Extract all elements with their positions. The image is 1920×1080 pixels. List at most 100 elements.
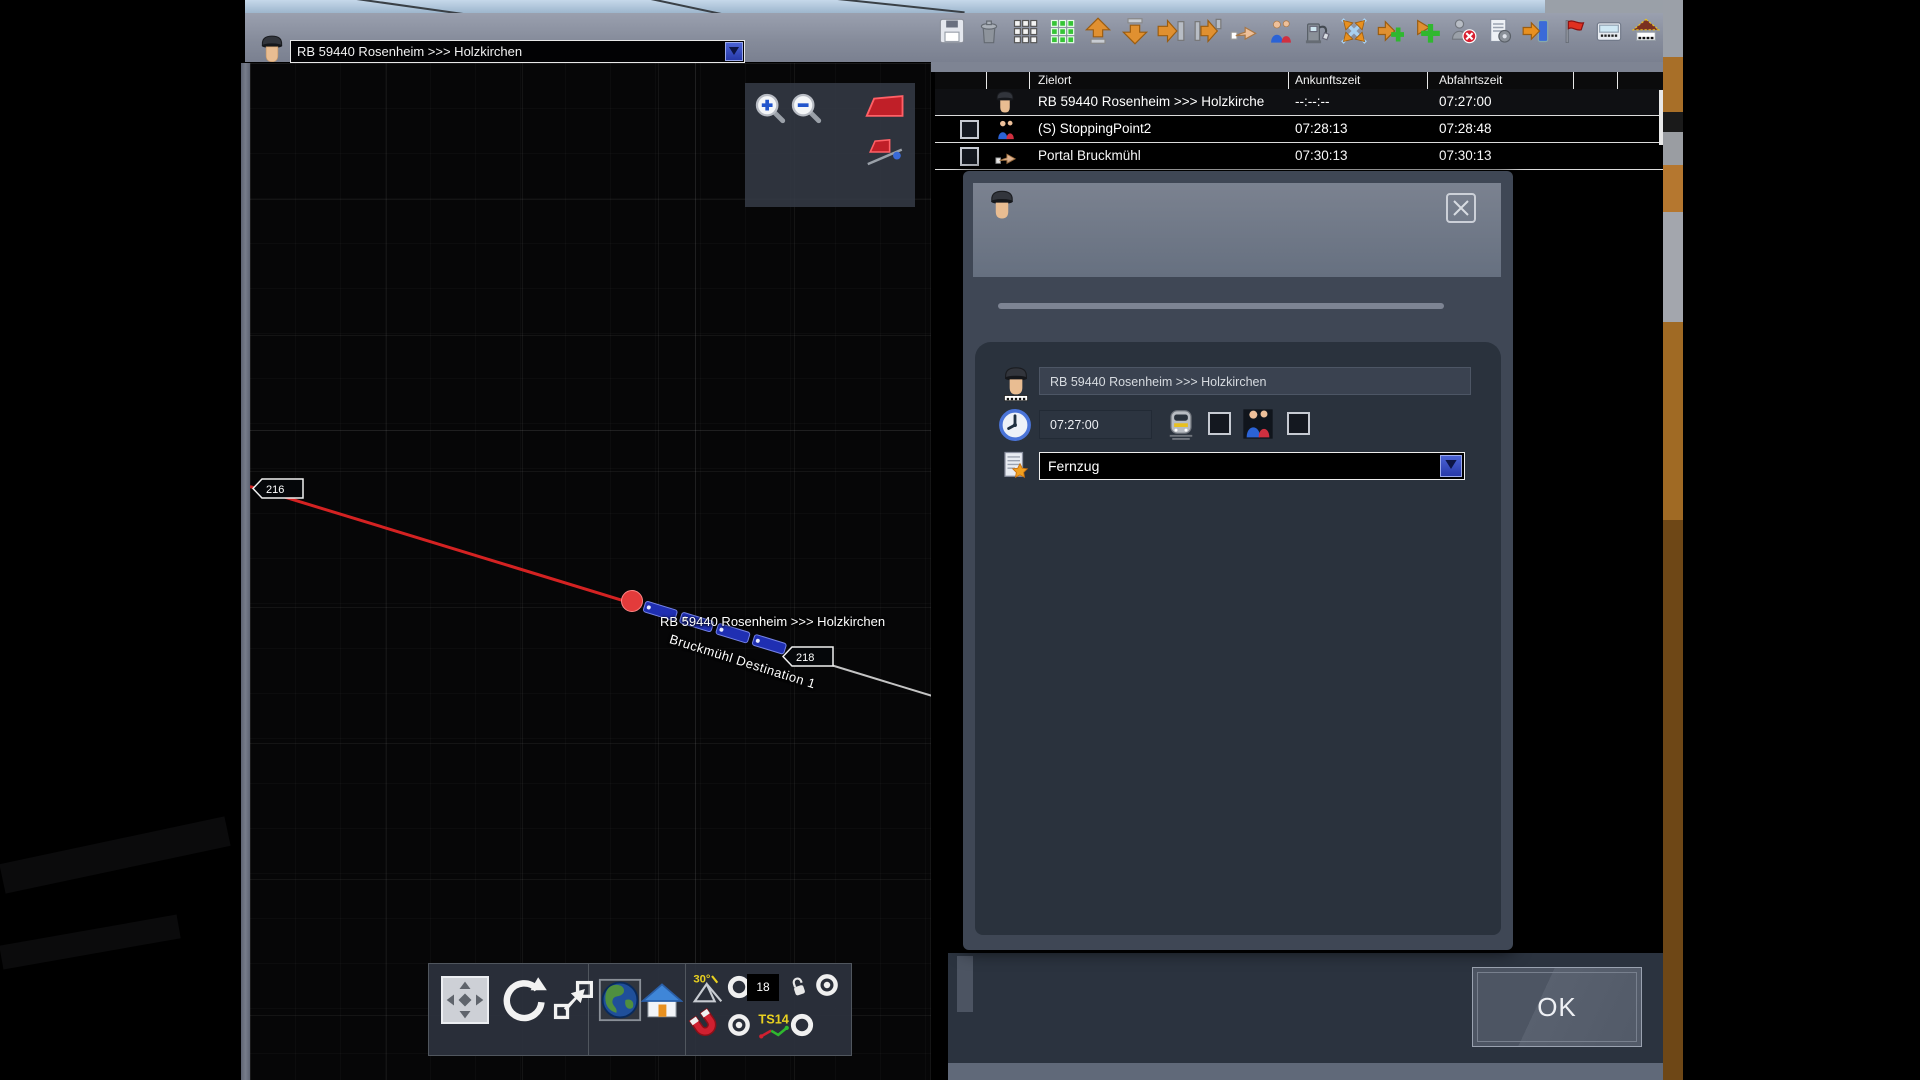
- layer-value: 18: [756, 980, 769, 994]
- service-type-icon: [1000, 450, 1030, 480]
- flag-icon[interactable]: [1559, 17, 1587, 45]
- row-checkbox[interactable]: [960, 147, 979, 166]
- svg-text:30°: 30°: [693, 974, 711, 986]
- service-properties-icon[interactable]: [1486, 17, 1514, 45]
- table-scrollbar-thumb[interactable]: [1659, 90, 1663, 145]
- radio-lock-on[interactable]: [814, 972, 840, 998]
- cell-ankunftszeit: 07:30:13: [1295, 148, 1348, 163]
- zoom-out-icon[interactable]: [789, 91, 823, 125]
- catenary-wire: [805, 0, 964, 13]
- service-selector-dropdown[interactable]: RB 59440 Rosenheim >>> Holzkirchen: [290, 40, 745, 63]
- service-name-value: RB 59440 Rosenheim >>> Holzkirchen: [1050, 375, 1266, 389]
- table-row[interactable]: (S) StoppingPoint2 07:28:13 07:28:48: [935, 116, 1663, 143]
- row-separator: [935, 169, 1663, 170]
- add-service-alt-icon[interactable]: [1413, 17, 1441, 45]
- table-row[interactable]: Portal Bruckmühl 07:30:13 07:30:13: [935, 143, 1663, 170]
- catenary-wire: [577, 0, 753, 13]
- scene-shadow: [0, 915, 181, 970]
- move-down-icon[interactable]: [1121, 17, 1149, 45]
- column-header-ankunftszeit[interactable]: Ankunftszeit: [1295, 73, 1360, 87]
- passengers-icon: [995, 118, 1017, 142]
- move-up-icon[interactable]: [1084, 17, 1112, 45]
- refuel-icon[interactable]: [1303, 17, 1331, 45]
- row-checkbox[interactable]: [960, 120, 979, 139]
- radio-ts14-off[interactable]: [789, 1012, 815, 1038]
- cell-zielort: RB 59440 Rosenheim >>> Holzkirche: [1038, 94, 1288, 109]
- passengers-icon[interactable]: [1267, 17, 1295, 45]
- table-row[interactable]: RB 59440 Rosenheim >>> Holzkirche --:--:…: [935, 89, 1663, 116]
- column-separator: [986, 72, 987, 89]
- rotate-tool-icon[interactable]: [497, 974, 549, 1026]
- insert-after-icon[interactable]: [1194, 17, 1222, 45]
- cell-ankunftszeit: --:--:--: [1295, 94, 1329, 109]
- ok-button[interactable]: OK: [1472, 967, 1642, 1047]
- layer-value-box[interactable]: 18: [747, 974, 779, 1001]
- column-header-abfahrtszeit[interactable]: Abfahrtszeit: [1439, 73, 1502, 87]
- insert-before-icon[interactable]: [1157, 17, 1185, 45]
- add-service-icon[interactable]: [1376, 17, 1404, 45]
- select-hand-icon[interactable]: [1230, 17, 1258, 45]
- zoom-in-icon[interactable]: [753, 91, 787, 125]
- service-properties-dialog: RB 59440 Rosenheim >>> Holzkirchen 07:27…: [963, 171, 1513, 950]
- gradient-overlay-icon[interactable]: 30°: [692, 972, 724, 1004]
- track-gradient-icon[interactable]: [865, 135, 907, 169]
- service-name-field[interactable]: RB 59440 Rosenheim >>> Holzkirchen: [1039, 367, 1471, 395]
- departure-time-value: 07:27:00: [1050, 418, 1099, 432]
- service-type-dropdown[interactable]: Fernzug: [1039, 452, 1465, 480]
- train-car[interactable]: [751, 634, 787, 655]
- dialog-header: [973, 183, 1501, 277]
- grid-icon[interactable]: [1011, 17, 1039, 45]
- cell-ankunftszeit: 07:28:13: [1295, 121, 1348, 136]
- service-type-arrow-button[interactable]: [1440, 455, 1462, 477]
- jump-tool-icon[interactable]: [551, 978, 595, 1022]
- bottom-panel-tab: [957, 956, 973, 1012]
- cell-abfahrtszeit: 07:30:13: [1439, 148, 1492, 163]
- departure-time-field[interactable]: 07:27:00: [1039, 410, 1152, 439]
- control-panel-icon[interactable]: [1595, 17, 1623, 45]
- dialog-divider: [998, 303, 1444, 309]
- track-marker-216[interactable]: 216: [252, 478, 304, 499]
- grid-line: [250, 430, 931, 431]
- magnet-snap-icon[interactable]: [688, 1008, 724, 1044]
- main-toolbar: [938, 17, 1660, 47]
- scene-shadow: [0, 816, 231, 893]
- delete-icon[interactable]: [975, 17, 1003, 45]
- service-selector-value: RB 59440 Rosenheim >>> Holzkirchen: [297, 44, 522, 59]
- track-marker-216-label: 216: [266, 484, 284, 496]
- route-endpoint-marker[interactable]: [621, 590, 643, 612]
- ts14-marker-icon[interactable]: TS14: [757, 1008, 791, 1042]
- map-left-scrollbar[interactable]: [241, 63, 250, 1080]
- catenary-wire: [276, 0, 494, 13]
- radio-snap-on[interactable]: [726, 1012, 752, 1038]
- train-front-icon: [1166, 408, 1196, 441]
- track-section-icon[interactable]: [863, 93, 905, 119]
- map-2d-view[interactable]: 216 218 RB 59440 Rosenheim >>> Holzkirch…: [250, 63, 931, 1080]
- svg-text:TS14: TS14: [758, 1012, 789, 1027]
- cell-zielort: Portal Bruckmühl: [1038, 148, 1141, 163]
- timetable-header: Zielort Ankunftszeit Abfahrtszeit: [935, 72, 1663, 89]
- chevron-down-icon: [1445, 460, 1457, 469]
- checkbox-stop-option-1[interactable]: [1208, 412, 1231, 435]
- world-view-icon[interactable]: [598, 978, 642, 1022]
- close-button[interactable]: [1446, 193, 1476, 223]
- bottom-strip: [948, 1063, 1663, 1080]
- column-separator: [1288, 72, 1289, 89]
- column-separator: [1029, 72, 1030, 89]
- center-view-icon[interactable]: [1340, 17, 1368, 45]
- checkbox-stop-option-2[interactable]: [1287, 412, 1310, 435]
- cell-abfahrtszeit: 07:28:48: [1439, 121, 1492, 136]
- grid-green-icon[interactable]: [1048, 17, 1076, 45]
- service-selector-arrow-button[interactable]: [725, 42, 743, 61]
- passengers-icon: [1242, 406, 1274, 442]
- lock-icon: [786, 974, 812, 1000]
- driver-icon: [257, 34, 287, 66]
- driver-icon: [993, 90, 1017, 116]
- portal-icon[interactable]: [1522, 17, 1550, 45]
- depot-icon[interactable]: [1632, 17, 1660, 45]
- column-header-zielort[interactable]: Zielort: [1038, 73, 1071, 87]
- pan-icon: [443, 978, 487, 1022]
- save-icon[interactable]: [938, 17, 966, 45]
- remove-driver-icon[interactable]: [1449, 17, 1477, 45]
- pan-tool-button[interactable]: [441, 976, 489, 1024]
- home-view-icon[interactable]: [641, 980, 683, 1022]
